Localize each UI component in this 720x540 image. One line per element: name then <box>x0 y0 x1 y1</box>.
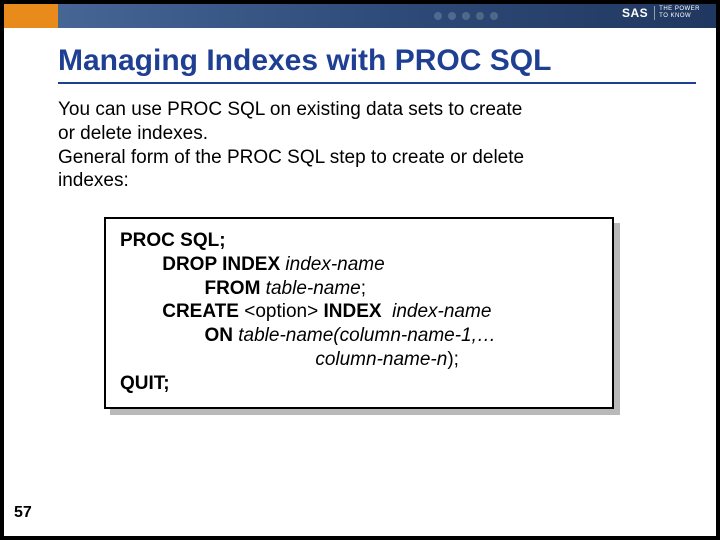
para-line: indexes: <box>58 169 656 193</box>
code-line: FROM table-name; <box>120 277 598 301</box>
code-box: PROC SQL; DROP INDEX index-name FROM tab… <box>104 217 614 409</box>
top-bar: SAS THE POWER TO KNOW <box>4 4 716 28</box>
para-line: You can use PROC SQL on existing data se… <box>58 98 656 122</box>
sas-logo: SAS THE POWER TO KNOW <box>622 6 700 20</box>
code-box-container: PROC SQL; DROP INDEX index-name FROM tab… <box>104 217 614 409</box>
code-line: QUIT; <box>120 372 598 396</box>
slide-title: Managing Indexes with PROC SQL <box>58 44 716 78</box>
code-line: column-name-n); <box>120 348 598 372</box>
slide: SAS THE POWER TO KNOW Managing Indexes w… <box>4 4 716 536</box>
page-number: 57 <box>14 504 32 522</box>
decorative-dots <box>434 12 498 20</box>
title-underline <box>58 82 696 84</box>
para-line: General form of the PROC SQL step to cre… <box>58 146 656 170</box>
code-line: DROP INDEX index-name <box>120 253 598 277</box>
orange-accent-block <box>4 4 58 28</box>
code-line: CREATE <option> INDEX index-name <box>120 300 598 324</box>
para-line: or delete indexes. <box>58 122 656 146</box>
body-paragraph: You can use PROC SQL on existing data se… <box>58 98 656 193</box>
code-line: ON table-name(column-name-1,… <box>120 324 598 348</box>
sas-logo-tagline: THE POWER TO KNOW <box>654 6 700 19</box>
code-line: PROC SQL; <box>120 229 598 253</box>
sas-logo-text: SAS <box>622 6 648 20</box>
